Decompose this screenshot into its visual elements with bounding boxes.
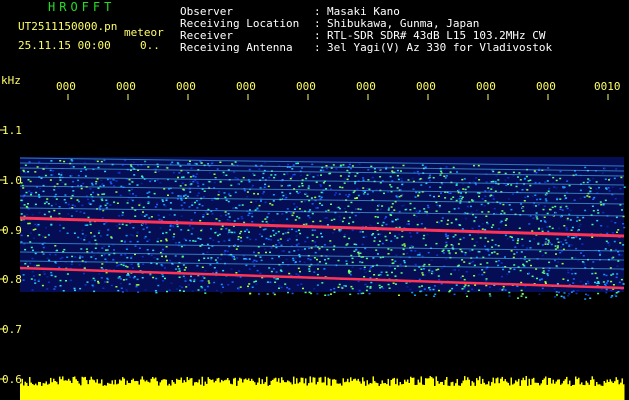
x-tick: 000 bbox=[476, 80, 496, 93]
y-axis-unit: kHz bbox=[1, 74, 21, 87]
extra-indicator: 0.. bbox=[140, 39, 160, 52]
x-tick: 000 bbox=[536, 80, 556, 93]
x-tick: 000 bbox=[416, 80, 436, 93]
station-sep-4: : bbox=[314, 41, 321, 54]
station-label-antenna: Receiving Antenna bbox=[180, 41, 293, 54]
antenna-value: 3el Yagi(V) Az 330 for Vladivostok bbox=[327, 41, 553, 54]
y-tick: 1.0 bbox=[2, 174, 22, 187]
x-tick: 000 bbox=[176, 80, 196, 93]
x-tick: 0010 bbox=[594, 80, 621, 93]
app-title: HROFFT bbox=[48, 0, 116, 14]
y-tick: 0.6 bbox=[2, 373, 22, 386]
x-tick: 000 bbox=[56, 80, 76, 93]
file-name: UT2511150000.pn bbox=[18, 20, 118, 33]
x-tick: 000 bbox=[236, 80, 256, 93]
x-tick: 000 bbox=[116, 80, 136, 93]
mode-label: meteor bbox=[124, 26, 164, 39]
amplitude-strip bbox=[20, 376, 625, 400]
y-tick: 0.7 bbox=[2, 323, 22, 336]
y-tick: 0.8 bbox=[2, 273, 22, 286]
y-tick: 0.9 bbox=[2, 224, 22, 237]
spectrogram bbox=[0, 94, 626, 400]
x-tick: 000 bbox=[356, 80, 376, 93]
x-tick: 000 bbox=[296, 80, 316, 93]
date-time: 25.11.15 00:00 bbox=[18, 39, 111, 52]
y-tick: 1.1 bbox=[2, 124, 22, 137]
